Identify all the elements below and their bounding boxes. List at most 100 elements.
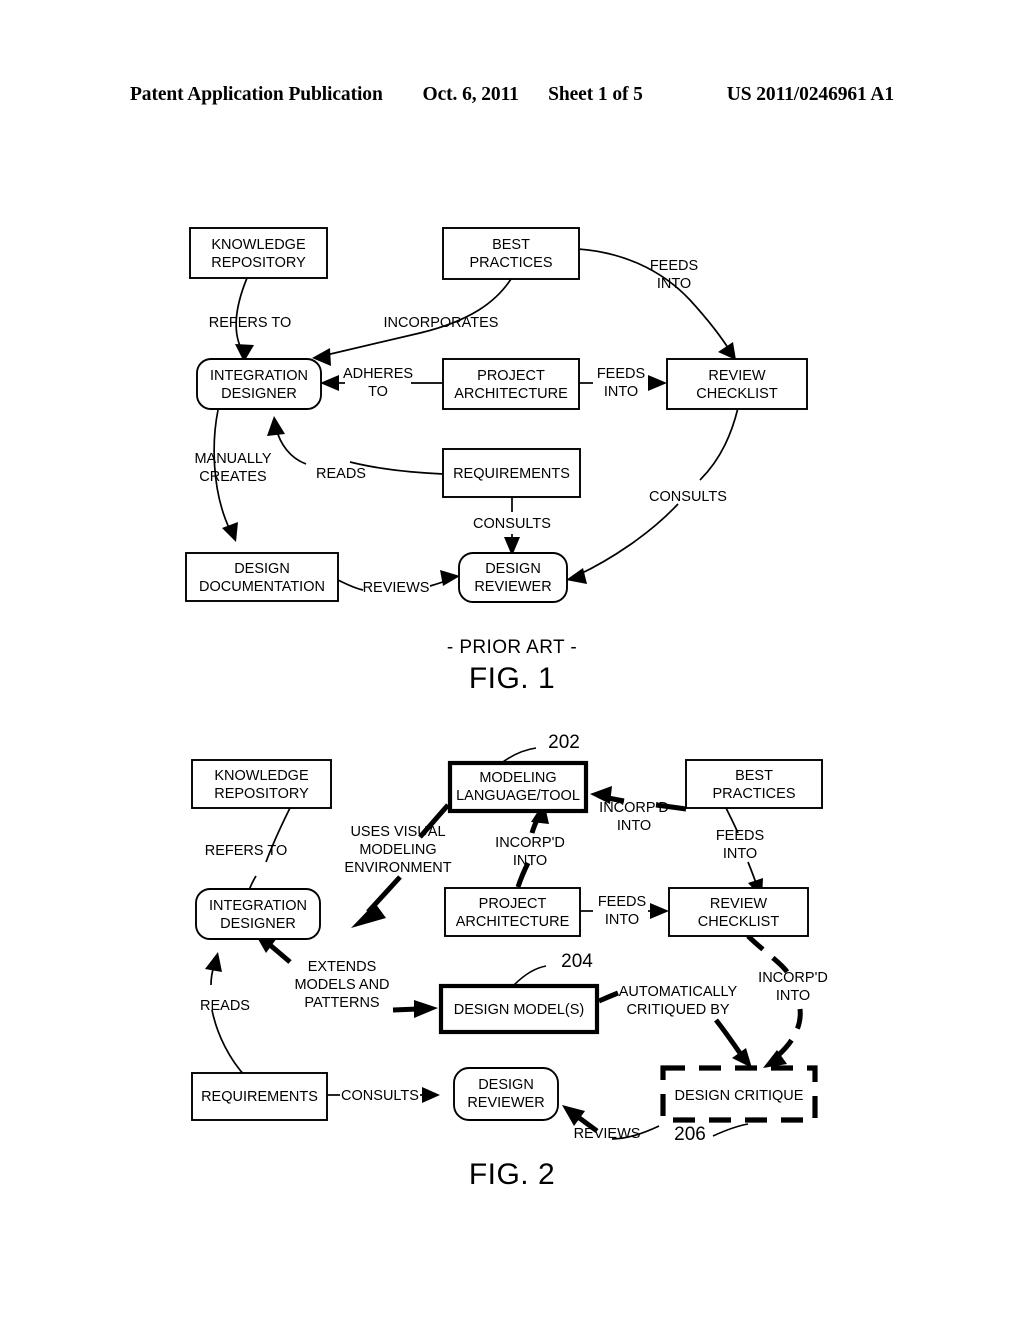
fig1-edge-refers-to	[235, 277, 254, 362]
fig2-ref-number-202: 202	[548, 732, 580, 753]
fig2-best-practices-line1: BEST	[735, 768, 773, 784]
fig1-edge-reviews	[337, 570, 460, 591]
fig1-review-checklist-line2: CHECKLIST	[696, 386, 778, 402]
fig1-edge-incorporates	[312, 278, 512, 366]
fig2-label-auto-critiqued-line2: CRITIQUED BY	[626, 1002, 729, 1018]
fig1-node-project-architecture: PROJECT ARCHITECTURE	[442, 358, 580, 410]
fig2-label-extends-line2: MODELS AND	[294, 977, 389, 993]
fig2-label-refers-to: REFERS TO	[205, 843, 287, 859]
fig2-knowledge-repository-line1: KNOWLEDGE	[214, 768, 309, 784]
fig2-design-reviewer-line2: REVIEWER	[467, 1095, 544, 1111]
fig2-label-uses-visual-line1: USES VISUAL	[350, 824, 445, 840]
fig1-edge-feeds-into-best-practices	[577, 248, 736, 360]
fig2-label-reviews: REVIEWS	[574, 1126, 641, 1142]
header-patent-number: US 2011/0246961 A1	[726, 84, 895, 105]
fig1-node-requirements: REQUIREMENTS	[442, 448, 581, 498]
fig1-edge-adheres-to	[320, 375, 443, 391]
fig1-node-design-documentation: DESIGN DOCUMENTATION	[185, 552, 339, 602]
fig2-label-reads: READS	[200, 998, 250, 1014]
fig2-review-checklist-line1: REVIEW	[710, 896, 768, 912]
fig1-label-manually-creates-line2: CREATES	[199, 469, 266, 485]
fig1-project-architecture-line2: ARCHITECTURE	[454, 386, 568, 402]
fig1-label-adheres-to-line1: ADHERES	[343, 366, 413, 382]
prior-art-label: - PRIOR ART -	[446, 637, 578, 658]
fig1-edge-consults-requirements	[504, 497, 520, 556]
fig2-edge-consults	[328, 1087, 440, 1103]
fig2-requirements-line1: REQUIREMENTS	[201, 1089, 318, 1105]
fig2-node-review-checklist: REVIEW CHECKLIST	[668, 887, 809, 937]
header-date: Oct. 6, 2011	[422, 84, 519, 105]
fig1-edge-manually-creates	[213, 409, 238, 542]
fig1-knowledge-repository-line2: REPOSITORY	[211, 255, 306, 271]
fig2-label-incorpd-into-bp-line2: INTO	[617, 818, 651, 834]
fig2-design-reviewer-line1: DESIGN	[478, 1077, 534, 1093]
fig2-node-design-critique: DESIGN CRITIQUE 206	[660, 1065, 818, 1145]
fig1-label-consults-review-checklist: CONSULTS	[649, 489, 727, 505]
fig2-project-architecture-line2: ARCHITECTURE	[456, 914, 570, 930]
fig2-label-auto-critiqued-line1: AUTOMATICALLY	[619, 984, 738, 1000]
fig2-label-incorpd-into-rc-line1: INCORP'D	[758, 970, 828, 986]
fig1-label-feeds-into-bp-line1: FEEDS	[650, 258, 698, 274]
fig2-knowledge-repository-line2: REPOSITORY	[214, 786, 309, 802]
fig2-edge-feeds-into-project-architecture	[580, 903, 669, 919]
fig2-node-modeling-language-tool: MODELING LANGUAGE/TOOL 202	[447, 732, 589, 814]
fig2-edge-uses-visual-modeling-environment	[351, 803, 450, 928]
fig2-label-extends-line1: EXTENDS	[308, 959, 377, 975]
patent-drawing-page: Patent Application Publication Oct. 6, 2…	[0, 0, 1024, 1320]
fig2-label-feeds-into-pa-line1: FEEDS	[598, 894, 646, 910]
fig2-edge-refers-to	[240, 807, 291, 908]
figure-1-diagram: KNOWLEDGE REPOSITORY BEST PRACTICES INTE…	[185, 227, 808, 603]
fig1-best-practices-line2: PRACTICES	[470, 255, 553, 271]
figure-2-caption: FIG. 2	[468, 1158, 556, 1191]
fig2-ref-number-206: 206	[674, 1124, 706, 1145]
fig1-node-design-reviewer: DESIGN REVIEWER	[458, 552, 568, 603]
figure-1-caption: FIG. 1	[468, 662, 556, 695]
fig2-label-incorpd-into-pa-line1: INCORP'D	[495, 835, 565, 851]
fig2-node-knowledge-repository: KNOWLEDGE REPOSITORY	[191, 759, 332, 809]
fig1-best-practices-line1: BEST	[492, 237, 530, 253]
fig1-label-incorporates: INCORPORATES	[384, 315, 499, 331]
fig2-node-project-architecture: PROJECT ARCHITECTURE	[444, 887, 581, 937]
fig2-best-practices-line2: PRACTICES	[713, 786, 796, 802]
fig1-integration-designer-line1: INTEGRATION	[210, 368, 308, 384]
fig2-edge-extends-models-and-patterns	[254, 932, 438, 1018]
fig2-label-feeds-into-bp-line2: INTO	[723, 846, 757, 862]
fig2-label-feeds-into-pa-line2: INTO	[605, 912, 639, 928]
fig2-label-incorpd-into-pa-line2: INTO	[513, 853, 547, 869]
fig2-leader-206	[712, 1123, 749, 1137]
fig2-label-extends-line3: PATTERNS	[304, 995, 379, 1011]
fig1-edge-consults-review-checklist	[566, 407, 739, 584]
fig1-label-feeds-into-bp-line2: INTO	[657, 276, 691, 292]
fig2-label-feeds-into-bp-line1: FEEDS	[716, 828, 764, 844]
fig2-design-models-line1: DESIGN MODEL(S)	[454, 1002, 585, 1018]
fig2-node-requirements: REQUIREMENTS	[191, 1072, 328, 1121]
header-sheet-number: Sheet 1 of 5	[548, 84, 643, 105]
fig2-label-consults: CONSULTS	[341, 1088, 419, 1104]
fig2-ref-number-204: 204	[561, 951, 593, 972]
fig2-node-design-reviewer: DESIGN REVIEWER	[453, 1067, 559, 1121]
fig1-edge-feeds-into-project-architecture	[579, 375, 667, 391]
fig1-node-integration-designer: INTEGRATION DESIGNER	[196, 358, 322, 410]
fig1-design-documentation-line1: DESIGN	[234, 561, 290, 577]
fig1-label-reads: READS	[316, 466, 366, 482]
fig1-edge-reads	[267, 416, 444, 475]
fig1-label-adheres-to-line2: TO	[368, 384, 388, 400]
fig2-integration-designer-line1: INTEGRATION	[209, 898, 307, 914]
fig1-design-reviewer-line2: REVIEWER	[474, 579, 551, 595]
fig2-node-integration-designer: INTEGRATION DESIGNER	[195, 888, 321, 940]
fig2-modeling-language-tool-line2: LANGUAGE/TOOL	[456, 788, 580, 804]
fig1-label-refers-to: REFERS TO	[209, 315, 291, 331]
fig2-label-incorpd-into-bp-line1: INCORP'D	[599, 800, 669, 816]
fig1-project-architecture-line1: PROJECT	[477, 368, 545, 384]
fig2-project-architecture-line1: PROJECT	[479, 896, 547, 912]
fig1-label-consults-requirements: CONSULTS	[473, 516, 551, 532]
fig2-integration-designer-line2: DESIGNER	[220, 916, 296, 932]
fig2-edge-feeds-into-best-practices	[725, 807, 763, 898]
fig2-node-design-models: DESIGN MODEL(S) 204	[438, 951, 600, 1035]
fig2-edge-incorpd-into-best-practices	[590, 786, 687, 812]
fig1-requirements-line1: REQUIREMENTS	[453, 466, 570, 482]
page-header: Patent Application Publication Oct. 6, 2…	[130, 84, 894, 112]
fig1-knowledge-repository-line1: KNOWLEDGE	[211, 237, 306, 253]
fig1-integration-designer-line2: DESIGNER	[221, 386, 297, 402]
fig1-design-documentation-line2: DOCUMENTATION	[199, 579, 325, 595]
